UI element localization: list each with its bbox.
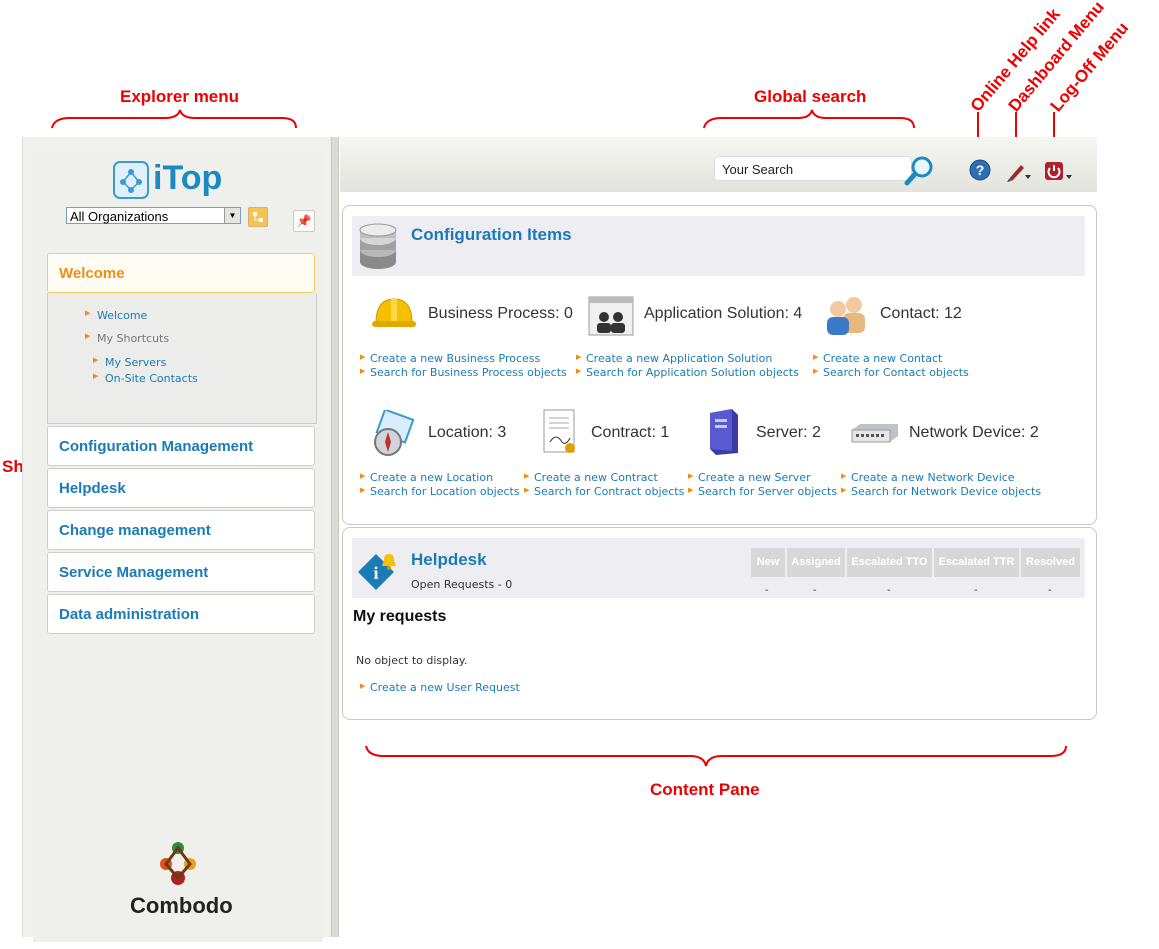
value-escalated-tto: - bbox=[887, 585, 891, 596]
search-contract-link[interactable]: Search for Contract objects bbox=[534, 485, 684, 498]
shortcut-on-site-contacts[interactable]: On-Site Contacts bbox=[105, 372, 198, 385]
bullet-icon: ▶ bbox=[524, 486, 530, 494]
itop-logo-text: iTop bbox=[153, 159, 223, 197]
bullet-icon: ▶ bbox=[360, 367, 366, 375]
value-new: - bbox=[765, 585, 769, 596]
combodo-logo-icon bbox=[160, 842, 196, 885]
create-location-link[interactable]: Create a new Location bbox=[370, 471, 493, 484]
pin-icon: 📌 bbox=[296, 214, 312, 228]
ci-dashlet-title: Configuration Items bbox=[411, 225, 572, 244]
bullet-icon: ▶ bbox=[688, 486, 694, 494]
menu-change-management[interactable]: Change management bbox=[47, 510, 315, 550]
value-resolved: - bbox=[1048, 585, 1052, 596]
my-requests-heading: My requests bbox=[353, 608, 447, 625]
column-header-new[interactable]: New bbox=[751, 548, 785, 577]
empty-list-message: No object to display. bbox=[356, 654, 468, 667]
hierarchy-icon bbox=[253, 212, 263, 222]
create-contract-link[interactable]: Create a new Contract bbox=[534, 471, 658, 484]
menu-data-administration[interactable]: Data administration bbox=[47, 594, 315, 634]
global-search-input[interactable]: Your Search bbox=[714, 156, 912, 181]
helpdesk-info-icon: i bbox=[358, 554, 396, 590]
bullet-icon: ▶ bbox=[576, 353, 582, 361]
combodo-logo-text: Combodo bbox=[130, 893, 233, 918]
bullet-icon: ▶ bbox=[524, 472, 530, 480]
create-contact-link[interactable]: Create a new Contact bbox=[823, 352, 942, 365]
bullet-icon: ▶ bbox=[813, 367, 819, 375]
svg-text:i: i bbox=[373, 563, 378, 583]
value-assigned: - bbox=[813, 585, 817, 596]
bullet-icon: ▶ bbox=[688, 472, 694, 480]
contact-icon bbox=[827, 297, 865, 335]
menu-configuration-management[interactable]: Configuration Management bbox=[47, 426, 315, 466]
menu-helpdesk[interactable]: Helpdesk bbox=[47, 468, 315, 508]
content-brace bbox=[365, 745, 1067, 767]
organization-select-value: All Organizations bbox=[70, 209, 169, 224]
ci-count-contact: Contact: 12 bbox=[880, 305, 962, 322]
svg-text:?: ? bbox=[976, 162, 985, 178]
search-input-value: Your Search bbox=[722, 162, 794, 177]
bullet-icon: ▶ bbox=[360, 682, 366, 690]
ci-count-application-solution: Application Solution: 4 bbox=[644, 305, 803, 322]
column-header-escalated-tto[interactable]: Escalated TTO bbox=[847, 548, 932, 577]
pin-menu-button[interactable]: 📌 bbox=[293, 210, 315, 232]
ci-count-business-process: Business Process: 0 bbox=[428, 305, 573, 322]
ci-count-location: Location: 3 bbox=[428, 424, 507, 441]
create-network-device-link[interactable]: Create a new Network Device bbox=[851, 471, 1015, 484]
help-icon[interactable]: ? bbox=[969, 159, 991, 181]
column-header-resolved[interactable]: Resolved bbox=[1021, 548, 1080, 577]
ci-count-server: Server: 2 bbox=[756, 424, 821, 441]
search-location-link[interactable]: Search for Location objects bbox=[370, 485, 520, 498]
org-tree-button[interactable] bbox=[248, 207, 268, 227]
chevron-down-icon[interactable]: ▼ bbox=[224, 208, 240, 223]
search-contact-link[interactable]: Search for Contact objects bbox=[823, 366, 969, 379]
open-requests-count: Open Requests - 0 bbox=[411, 578, 513, 591]
shortcut-my-servers[interactable]: My Servers bbox=[105, 356, 166, 369]
pane-splitter[interactable] bbox=[331, 137, 339, 937]
bullet-icon: ▶ bbox=[85, 332, 91, 340]
column-header-escalated-ttr[interactable]: Escalated TTR bbox=[934, 548, 1019, 577]
log-off-icon[interactable] bbox=[1044, 160, 1074, 182]
server-icon bbox=[710, 409, 738, 455]
nav-my-shortcuts: My Shortcuts bbox=[97, 332, 170, 345]
application-solution-icon bbox=[588, 296, 634, 336]
menu-service-management[interactable]: Service Management bbox=[47, 552, 315, 592]
create-business-process-link[interactable]: Create a new Business Process bbox=[370, 352, 540, 365]
organization-select[interactable]: All Organizations ▼ bbox=[66, 207, 241, 224]
bullet-icon: ▶ bbox=[85, 309, 91, 317]
search-brace bbox=[703, 109, 915, 129]
bullet-icon: ▶ bbox=[360, 486, 366, 494]
nav-welcome-link[interactable]: Welcome bbox=[97, 309, 147, 322]
network-device-icon bbox=[851, 424, 898, 443]
itop-logo-icon bbox=[113, 161, 149, 199]
dashboard-menu-icon[interactable] bbox=[1006, 160, 1034, 182]
search-business-process-link[interactable]: Search for Business Process objects bbox=[370, 366, 567, 379]
value-escalated-ttr: - bbox=[974, 585, 978, 596]
contract-icon bbox=[543, 409, 575, 453]
column-header-assigned[interactable]: Assigned bbox=[787, 548, 845, 577]
create-server-link[interactable]: Create a new Server bbox=[698, 471, 811, 484]
search-icon[interactable] bbox=[904, 155, 934, 187]
bullet-icon: ▶ bbox=[360, 472, 366, 480]
bullet-icon: ▶ bbox=[93, 356, 99, 364]
bullet-icon: ▶ bbox=[93, 372, 99, 380]
explorer-brace bbox=[51, 109, 297, 129]
bullet-icon: ▶ bbox=[576, 367, 582, 375]
search-application-solution-link[interactable]: Search for Application Solution objects bbox=[586, 366, 799, 379]
bullet-icon: ▶ bbox=[360, 353, 366, 361]
helmet-icon bbox=[372, 298, 416, 327]
ci-count-network-device: Network Device: 2 bbox=[909, 424, 1039, 441]
create-application-solution-link[interactable]: Create a new Application Solution bbox=[586, 352, 772, 365]
bullet-icon: ▶ bbox=[841, 486, 847, 494]
bullet-icon: ▶ bbox=[813, 353, 819, 361]
ci-count-contract: Contract: 1 bbox=[591, 424, 670, 441]
search-server-link[interactable]: Search for Server objects bbox=[698, 485, 837, 498]
create-user-request-link[interactable]: Create a new User Request bbox=[370, 681, 520, 694]
location-compass-icon bbox=[374, 410, 415, 456]
database-icon bbox=[359, 223, 397, 269]
menu-welcome[interactable]: Welcome bbox=[47, 253, 315, 293]
bullet-icon: ▶ bbox=[841, 472, 847, 480]
helpdesk-dashlet-title: Helpdesk bbox=[411, 550, 487, 569]
search-network-device-link[interactable]: Search for Network Device objects bbox=[851, 485, 1041, 498]
